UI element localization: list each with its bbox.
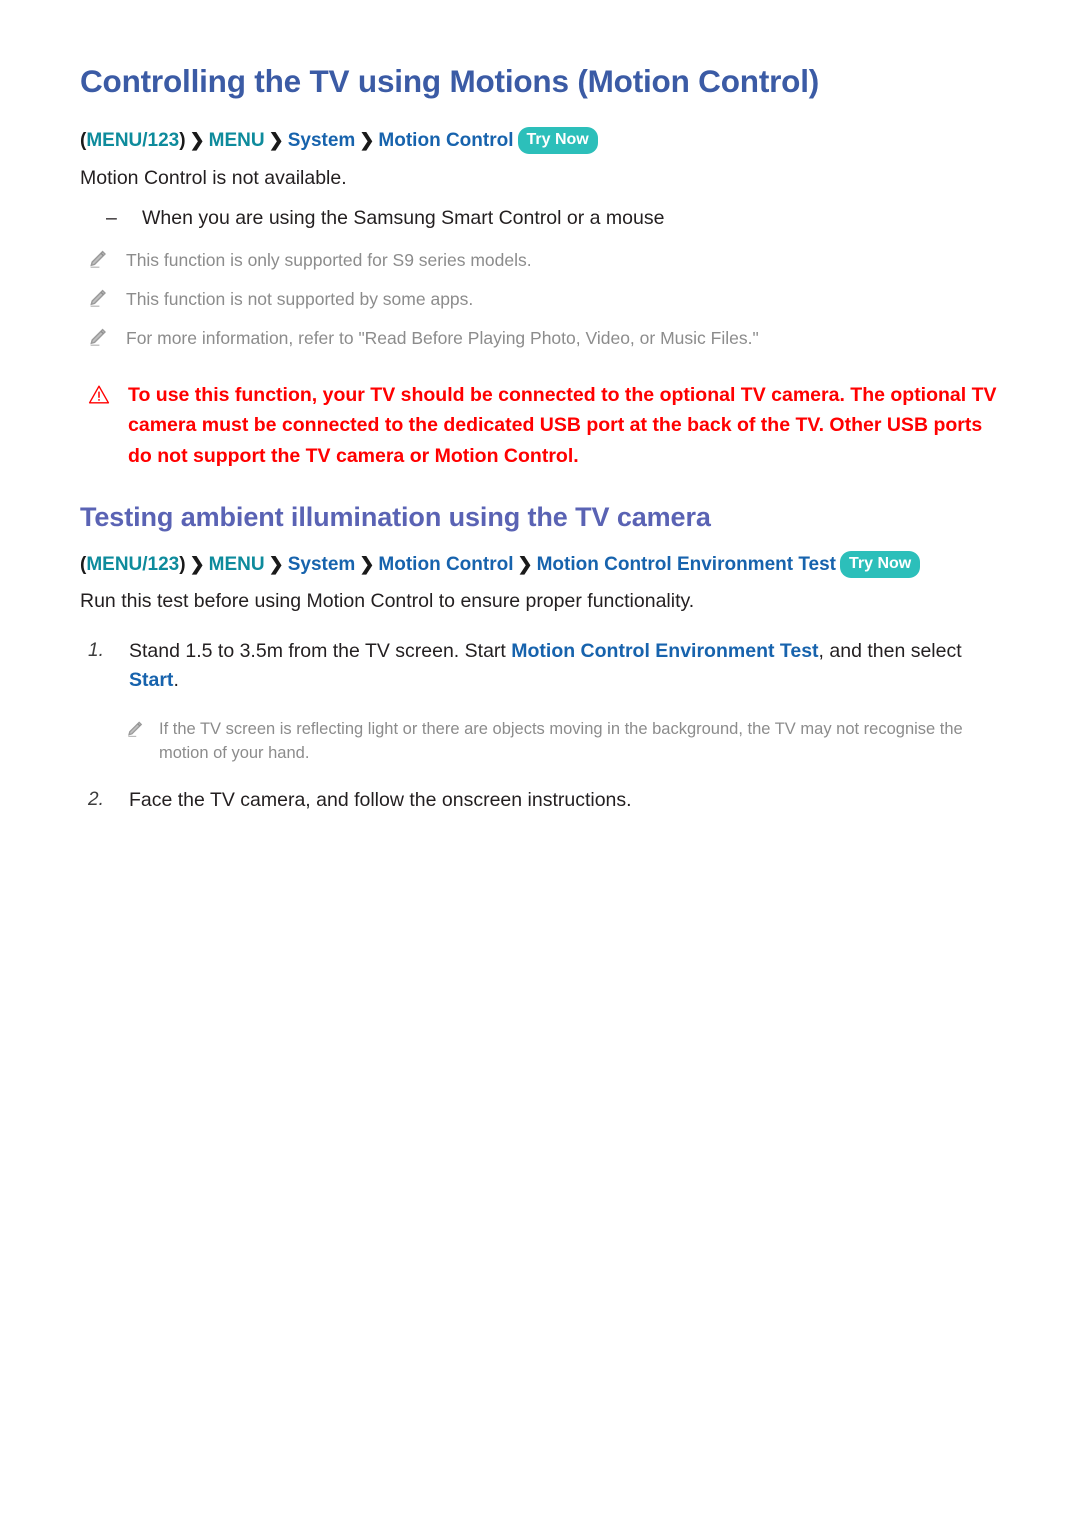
chevron-right-icon: ❯ [359,553,375,574]
chevron-right-icon: ❯ [359,130,375,151]
warning-triangle-icon [88,380,128,411]
section-title-ambient-illumination: Testing ambient illumination using the T… [80,501,711,532]
dash-bullet-marker: – [106,206,117,229]
breadcrumb-item-environment-test[interactable]: Motion Control Environment Test [537,554,836,575]
breadcrumb-item-motion-control[interactable]: Motion Control [378,130,513,151]
note-text: This function is not supported by some a… [126,289,474,310]
chevron-right-icon: ❯ [268,553,284,574]
intro-text-motion-control: Motion Control is not available. [80,166,347,189]
step-text: Face the TV camera, and follow the onscr… [129,788,632,811]
breadcrumb-motion-control: (MENU/123) ❯ MENU ❯ System ❯ Motion Control Try… [80,127,1000,156]
pencil-icon [126,718,159,743]
warning-text: To use this function, your TV should be … [128,384,997,467]
breadcrumb-item-system[interactable]: System [288,130,356,151]
note-item: This function is only supported for S9 s… [80,247,1000,274]
note-text: For more information, refer to "Read Bef… [126,328,759,349]
note-text: This function is only supported for S9 s… [126,250,532,271]
breadcrumb-item-menu[interactable]: MENU [209,554,265,575]
breadcrumb-environment-test: (MENU/123) ❯ MENU ❯ System ❯ Motion Control ❯ Mo… [80,550,1000,580]
dash-list-item: – When you are using the Samsung Smart C… [80,204,1000,234]
warning-block: To use this function, your TV should be … [80,380,1000,471]
step-text-middle: , and then select [818,639,962,662]
link-start[interactable]: Start [129,669,173,691]
step-number: 2. [88,788,104,810]
step-text-before: Stand 1.5 to 3.5m from the TV screen. St… [129,639,512,662]
breadcrumb-item-motion-control[interactable]: Motion Control [378,554,513,575]
chevron-right-icon: ❯ [268,130,284,151]
breadcrumb-item-system[interactable]: System [288,554,356,575]
pencil-icon [88,325,126,352]
pencil-icon [88,286,126,313]
try-now-badge[interactable]: Try Now [517,127,598,155]
step-number: 1. [88,639,104,661]
note-text: If the TV screen is reflecting light or … [159,719,963,762]
document-page: Controlling the TV using Motions (Motion… [0,0,1080,1527]
step-list-item: 2. Face the TV camera, and follow the on… [80,786,1000,816]
breadcrumb-item-menu[interactable]: MENU [209,130,265,151]
note-item: This function is not supported by some a… [80,286,1000,313]
chevron-right-icon: ❯ [189,553,205,574]
chevron-right-icon: ❯ [517,553,533,574]
breadcrumb-close-paren: ) [179,553,186,575]
page-title: Controlling the TV using Motions (Motion… [80,63,820,99]
dash-list-item-label: When you are using the Samsung Smart Con… [142,206,665,229]
pencil-icon [88,247,126,274]
note-item: For more information, refer to "Read Bef… [80,325,1000,352]
breadcrumb-item-menu123[interactable]: MENU/123 [86,130,179,151]
chevron-right-icon: ❯ [189,130,205,151]
intro-text-environment-test: Run this test before using Motion Contro… [80,590,695,613]
step-list-item: 1. Stand 1.5 to 3.5m from the TV screen.… [80,637,1000,696]
breadcrumb-item-menu123[interactable]: MENU/123 [86,554,179,575]
step-text-after: . [173,669,179,692]
breadcrumb-close-paren: ) [179,130,186,152]
step-text: Stand 1.5 to 3.5m from the TV screen. St… [129,637,1000,696]
note-item: If the TV screen is reflecting light or … [80,718,1000,766]
try-now-badge[interactable]: Try Now [840,550,921,578]
link-motion-control-environment-test[interactable]: Motion Control Environment Test [511,640,818,662]
